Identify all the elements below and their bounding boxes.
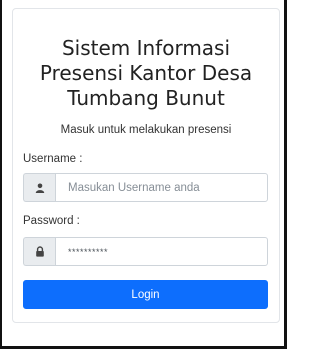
title-line-3: Tumbang Bunut — [67, 86, 225, 110]
user-icon — [23, 173, 55, 202]
page-title: Sistem Informasi Presensi Kantor Desa Tu… — [13, 36, 279, 111]
username-group — [23, 173, 268, 202]
password-group — [23, 237, 268, 266]
password-input[interactable] — [55, 237, 268, 266]
login-card: Sistem Informasi Presensi Kantor Desa Tu… — [12, 8, 280, 323]
subtitle: Masuk untuk melakukan presensi — [60, 124, 232, 136]
lock-icon — [23, 237, 55, 266]
username-label: Username : — [23, 153, 83, 165]
title-line-1: Sistem Informasi — [61, 36, 231, 60]
title-line-2: Presensi Kantor Desa — [39, 61, 253, 85]
login-button[interactable]: Login — [23, 280, 268, 309]
window-frame: Sistem Informasi Presensi Kantor Desa Tu… — [0, 0, 287, 349]
username-input[interactable] — [55, 173, 268, 202]
password-label: Password : — [23, 215, 80, 227]
